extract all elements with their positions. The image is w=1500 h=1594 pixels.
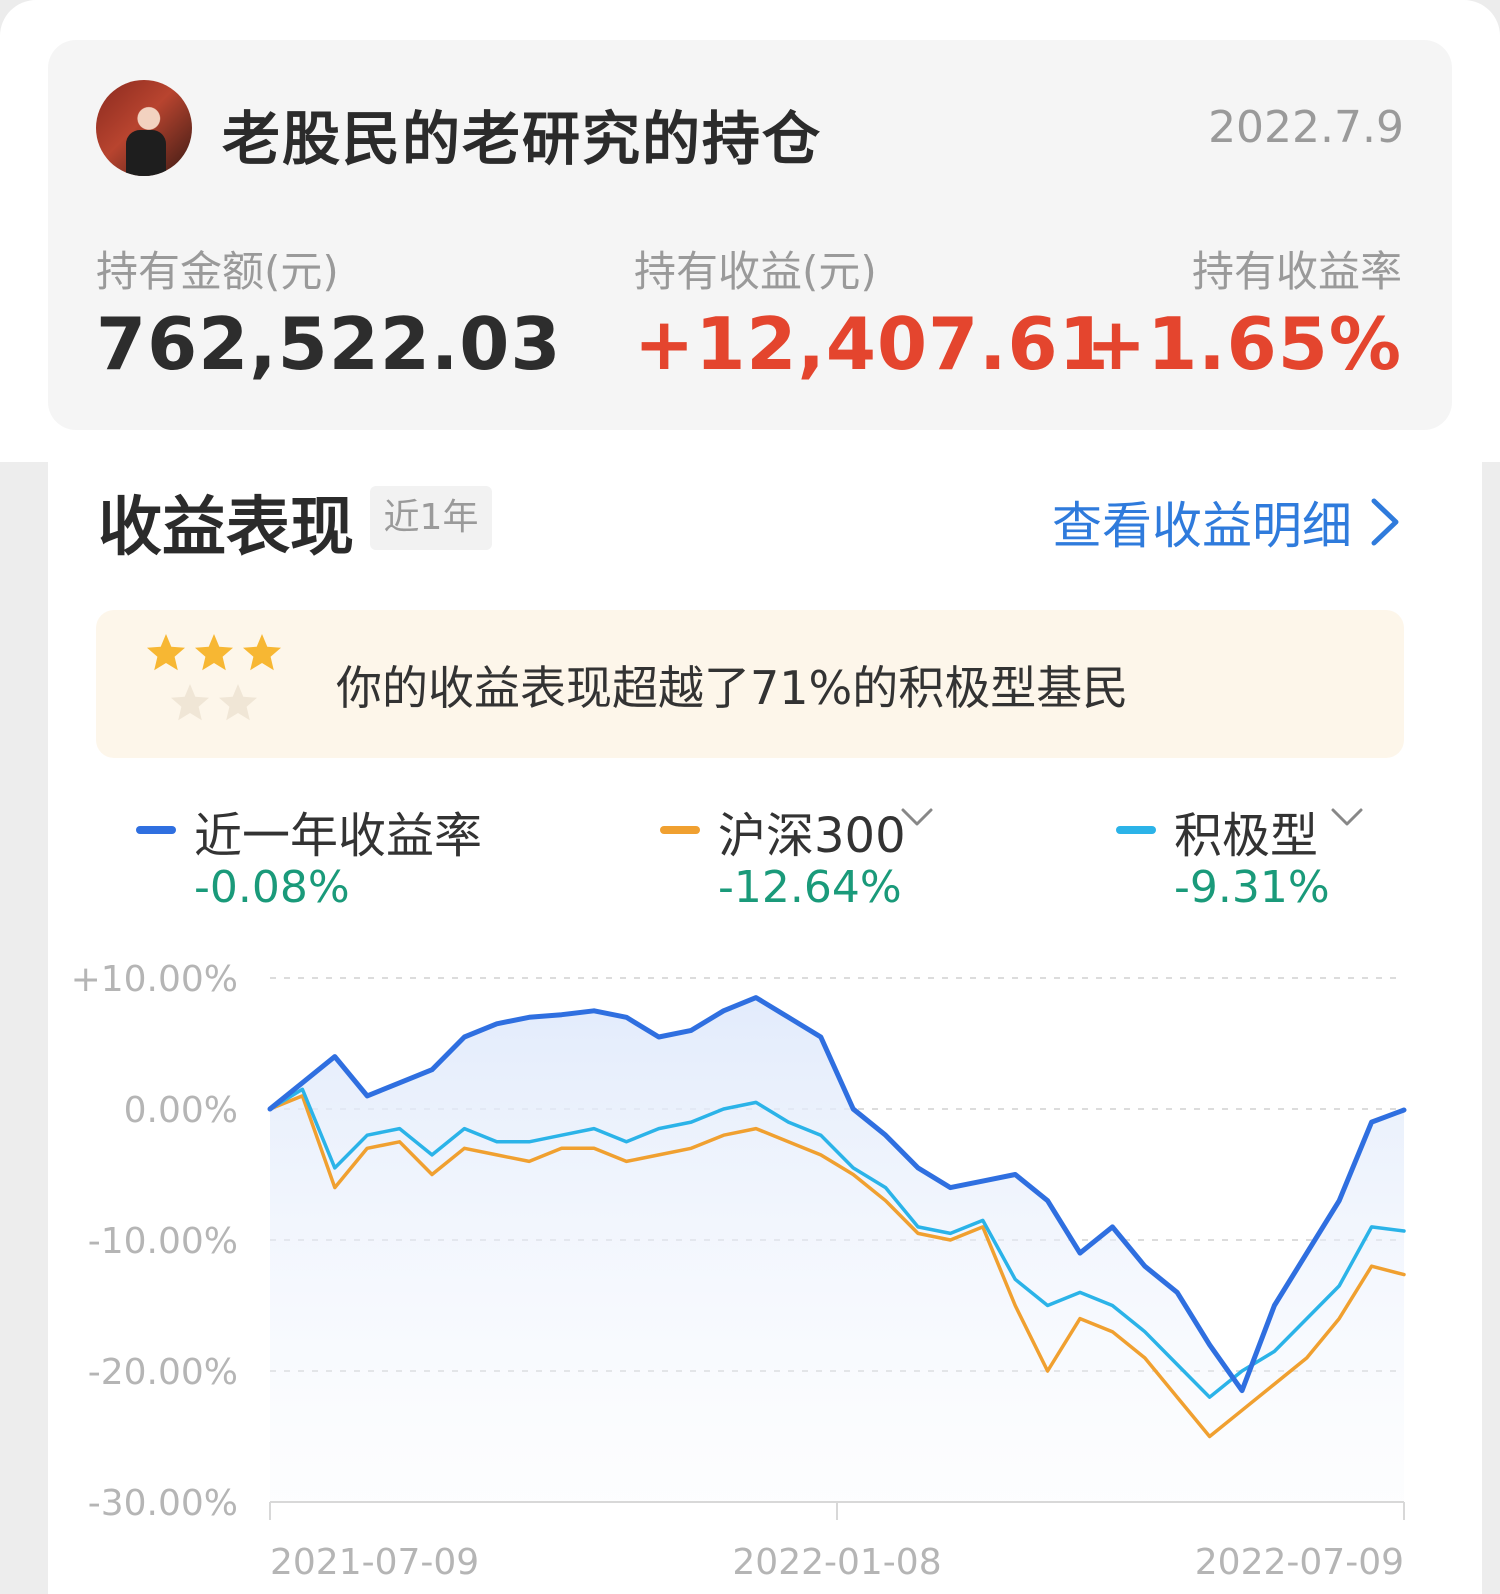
legend-value-aggressive: -9.31% [1174, 862, 1330, 913]
legend-swatch-csi300 [660, 826, 700, 834]
holding-amount-value: 762,522.03 [96, 302, 562, 386]
star-filled-icon [147, 634, 185, 671]
x-tick-label: 2021-07-09 [270, 1542, 479, 1583]
section-title: 收益表现 [98, 491, 354, 565]
rank-text: 你的收益表现超越了71%的积极型基民 [336, 661, 1129, 715]
snapshot-date: 2022.7.9 [1208, 102, 1404, 153]
y-tick-label: -20.00% [88, 1352, 238, 1393]
legend-name-aggressive: 积极型 [1174, 808, 1319, 864]
chevron-down-icon[interactable] [1330, 806, 1364, 830]
holding-return-rate-value: +1.65% [1085, 302, 1402, 386]
legend-value-portfolio: -0.08% [194, 862, 350, 913]
star-empty-icon [219, 684, 257, 721]
view-details-label: 查看收益明细 [1052, 497, 1352, 555]
legend-swatch-portfolio [136, 826, 176, 834]
holding-summary-card[interactable]: 老股民的老研究的持仓 2022.7.9 持有金额(元) 762,522.03 持… [48, 40, 1452, 430]
view-details-link[interactable]: 查看收益明细 [1052, 486, 1400, 558]
legend-name-portfolio: 近一年收益率 [194, 808, 483, 864]
chevron-right-icon [1371, 498, 1399, 546]
holding-profit-value: +12,407.61 [634, 302, 1110, 386]
legend-value-csi300: -12.64% [718, 862, 902, 913]
y-tick-label: 0.00% [124, 1090, 238, 1131]
x-tick-label: 2022-07-09 [1195, 1542, 1404, 1583]
y-tick-label: -10.00% [88, 1221, 238, 1262]
y-tick-label: -30.00% [88, 1483, 238, 1524]
x-tick-label: 2022-01-08 [732, 1542, 941, 1583]
star-rating [147, 634, 281, 721]
return-chart[interactable]: +10.00% 0.00% -10.00% -20.00% -30.00% 2021-0… [0, 940, 1500, 1594]
avatar[interactable] [96, 80, 192, 176]
holding-amount-label: 持有金额(元) [96, 247, 339, 296]
legend-name-csi300: 沪深300 [718, 808, 906, 864]
star-filled-icon [195, 634, 233, 671]
star-filled-icon [243, 634, 281, 671]
chevron-down-icon[interactable] [900, 806, 934, 830]
legend-swatch-aggressive [1116, 826, 1156, 834]
y-tick-label: +10.00% [71, 959, 238, 1000]
rank-banner: 你的收益表现超越了71%的积极型基民 [96, 610, 1404, 758]
holding-return-rate-label: 持有收益率 [1191, 247, 1402, 296]
holding-profit-label: 持有收益(元) [634, 247, 877, 296]
page-title: 老股民的老研究的持仓 [222, 105, 823, 173]
star-empty-icon [171, 684, 209, 721]
range-tag[interactable]: 近1年 [370, 486, 492, 550]
